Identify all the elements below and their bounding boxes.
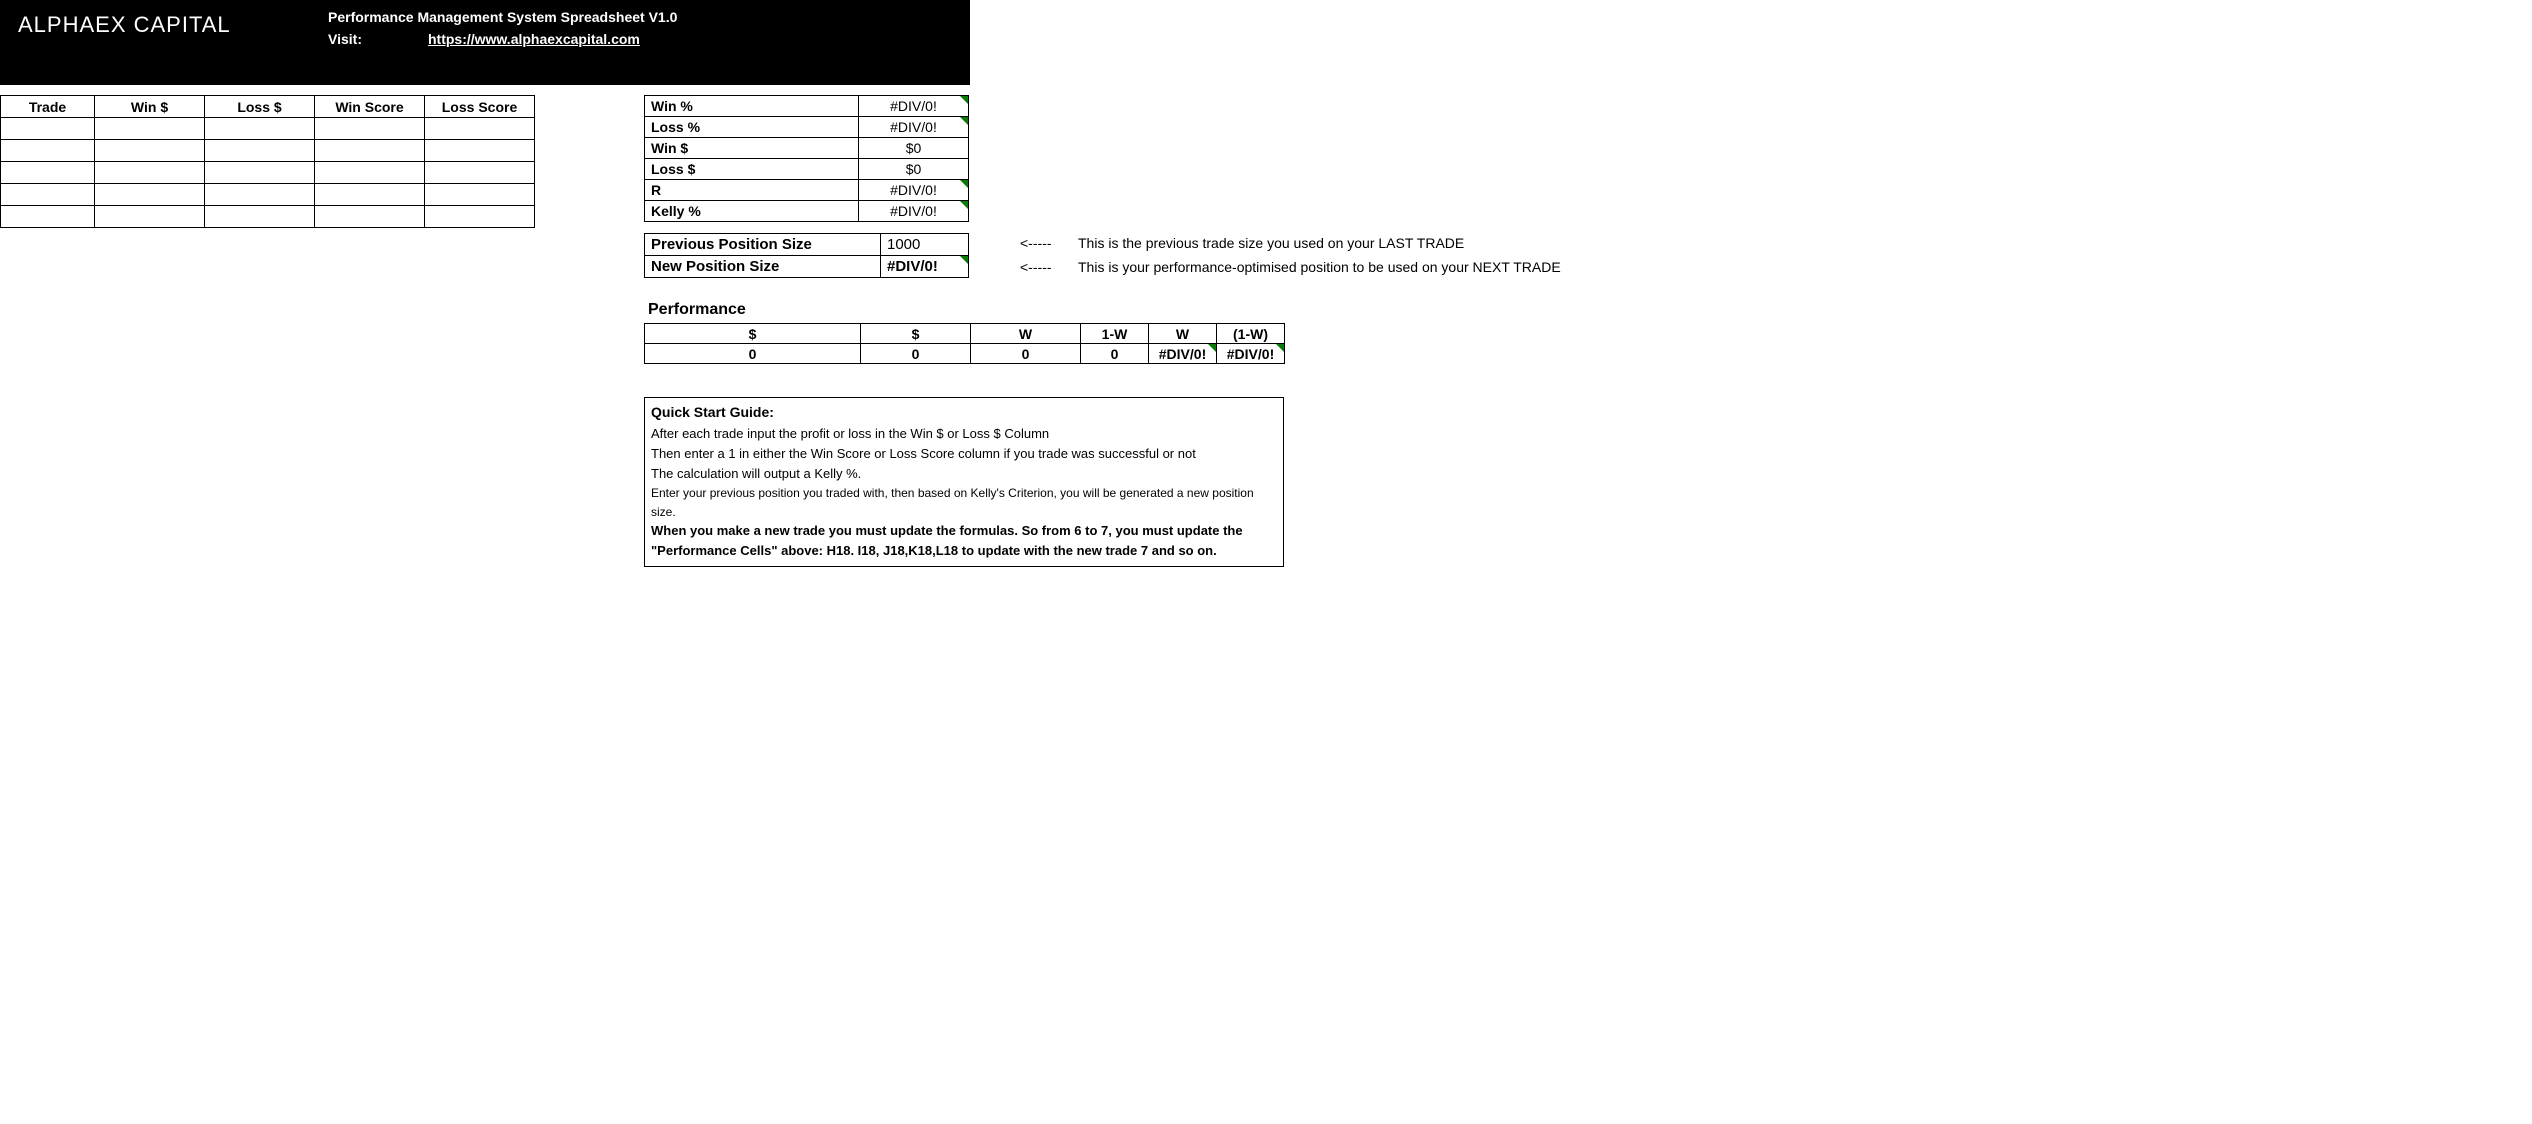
- stat-label: Kelly %: [645, 201, 859, 222]
- stat-label: R: [645, 180, 859, 201]
- col-header-trade: Trade: [1, 96, 95, 118]
- col-header-lossscore: Loss Score: [425, 96, 535, 118]
- stat-value: #DIV/0!: [859, 201, 969, 222]
- new-position-note: This is your performance-optimised posit…: [1078, 259, 1561, 275]
- stat-value: #DIV/0!: [859, 117, 969, 138]
- guide-line: When you make a new trade you must updat…: [651, 521, 1277, 561]
- perf-header: (1-W): [1217, 324, 1285, 344]
- arrow-icon: <-----: [1020, 235, 1052, 251]
- stats-table: Win %#DIV/0! Loss %#DIV/0! Win $$0 Loss …: [644, 95, 969, 222]
- table-row[interactable]: [1, 206, 535, 228]
- perf-header: W: [1149, 324, 1217, 344]
- header-info: Performance Management System Spreadshee…: [328, 6, 677, 85]
- guide-title: Quick Start Guide:: [651, 402, 1277, 424]
- perf-value: 0: [1081, 344, 1149, 364]
- guide-line: Enter your previous position you traded …: [651, 484, 1277, 521]
- perf-header: 1-W: [1081, 324, 1149, 344]
- site-link[interactable]: https://www.alphaexcapital.com: [428, 28, 640, 50]
- table-row[interactable]: [1, 184, 535, 206]
- prev-position-note: This is the previous trade size you used…: [1078, 235, 1464, 251]
- stat-label: Win %: [645, 96, 859, 117]
- perf-value: 0: [861, 344, 971, 364]
- new-position-value: #DIV/0!: [881, 256, 969, 278]
- guide-line: Then enter a 1 in either the Win Score o…: [651, 444, 1277, 464]
- brand-logo: ALPHAEX CAPITAL: [18, 6, 328, 85]
- arrow-icon: <-----: [1020, 259, 1052, 275]
- table-row[interactable]: [1, 118, 535, 140]
- quick-start-guide: Quick Start Guide: After each trade inpu…: [644, 397, 1284, 567]
- visit-label: Visit:: [328, 28, 428, 50]
- col-header-loss: Loss $: [205, 96, 315, 118]
- spreadsheet-title: Performance Management System Spreadshee…: [328, 6, 677, 28]
- table-row[interactable]: [1, 140, 535, 162]
- trade-input-table: Trade Win $ Loss $ Win Score Loss Score: [0, 95, 535, 228]
- performance-table: $ $ W 1-W W (1-W) 0 0 0 0 #DIV/0! #DIV/0…: [644, 323, 1285, 364]
- prev-position-value[interactable]: 1000: [881, 234, 969, 256]
- stat-value: #DIV/0!: [859, 180, 969, 201]
- perf-value: #DIV/0!: [1149, 344, 1217, 364]
- perf-value: #DIV/0!: [1217, 344, 1285, 364]
- perf-header: $: [645, 324, 861, 344]
- perf-header: $: [861, 324, 971, 344]
- table-row[interactable]: [1, 162, 535, 184]
- perf-value: 0: [645, 344, 861, 364]
- stat-value: #DIV/0!: [859, 96, 969, 117]
- stat-label: Win $: [645, 138, 859, 159]
- col-header-win: Win $: [95, 96, 205, 118]
- header-bar: ALPHAEX CAPITAL Performance Management S…: [0, 0, 970, 85]
- stat-label: Loss %: [645, 117, 859, 138]
- stat-value: $0: [859, 159, 969, 180]
- position-table: Previous Position Size 1000 New Position…: [644, 233, 969, 278]
- stat-label: Loss $: [645, 159, 859, 180]
- guide-line: The calculation will output a Kelly %.: [651, 464, 1277, 484]
- perf-header: W: [971, 324, 1081, 344]
- prev-position-label: Previous Position Size: [645, 234, 881, 256]
- col-header-winscore: Win Score: [315, 96, 425, 118]
- stat-value: $0: [859, 138, 969, 159]
- guide-line: After each trade input the profit or los…: [651, 424, 1277, 444]
- new-position-label: New Position Size: [645, 256, 881, 278]
- perf-value: 0: [971, 344, 1081, 364]
- performance-title: Performance: [648, 301, 746, 319]
